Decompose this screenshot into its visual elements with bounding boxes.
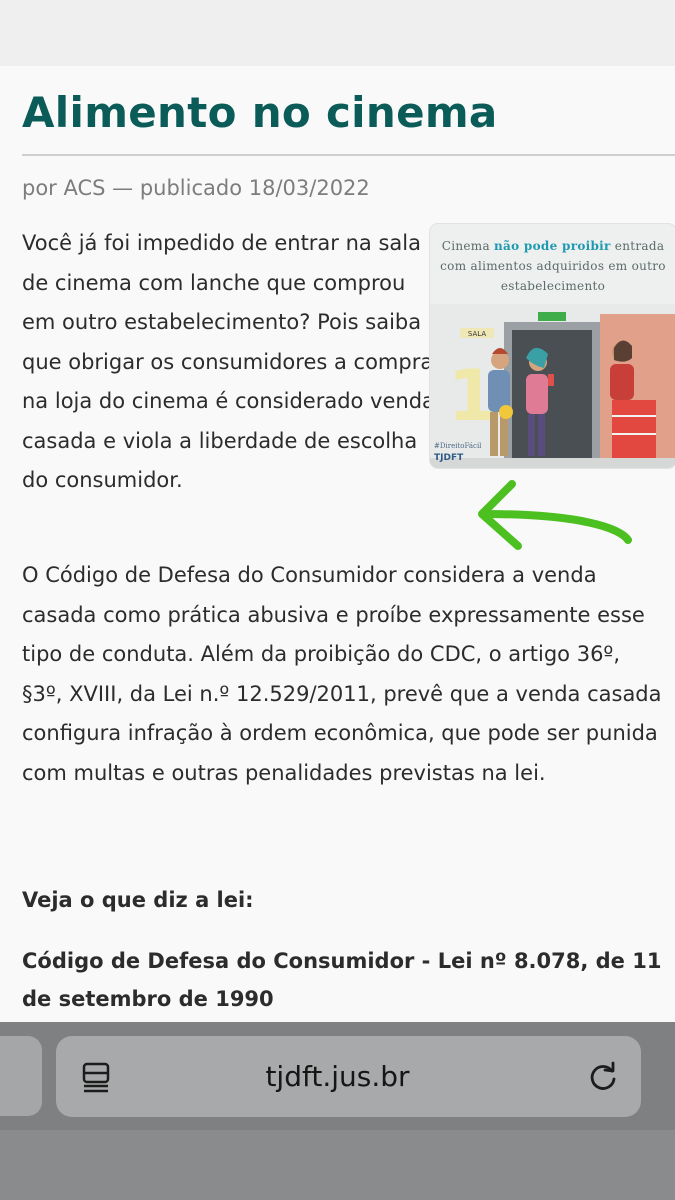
intro-paragraph: Você já foi impedido de entrar na sala d…: [22, 231, 442, 492]
hashtag-text: #DireitoFácil: [434, 442, 482, 450]
reload-icon[interactable]: [586, 1060, 620, 1094]
article-byline: por ACS — publicado 18/03/2022: [22, 176, 370, 200]
status-bar-area: [0, 0, 675, 66]
cinema-scene-graphic: SALA 1 #DireitoFácil TJDFT: [430, 304, 675, 468]
page-title: Alimento no cinema: [22, 88, 498, 137]
room-sign-text: SALA: [468, 330, 486, 338]
law-heading: Veja o que diz a lei:: [22, 888, 254, 912]
article-illustration[interactable]: Cinema não pode proibir entrada com alim…: [430, 224, 675, 468]
title-divider: [22, 154, 675, 156]
green-arrow-annotation: [478, 480, 632, 550]
tjdft-logo: TJDFT: [434, 453, 464, 463]
browser-toolbar-lower: [0, 1130, 675, 1200]
body-paragraph: O Código de Defesa do Consumidor conside…: [22, 563, 662, 785]
cdc-heading: Código de Defesa do Consumidor - Lei nº …: [22, 949, 662, 1011]
reader-mode-icon[interactable]: [80, 1060, 114, 1094]
